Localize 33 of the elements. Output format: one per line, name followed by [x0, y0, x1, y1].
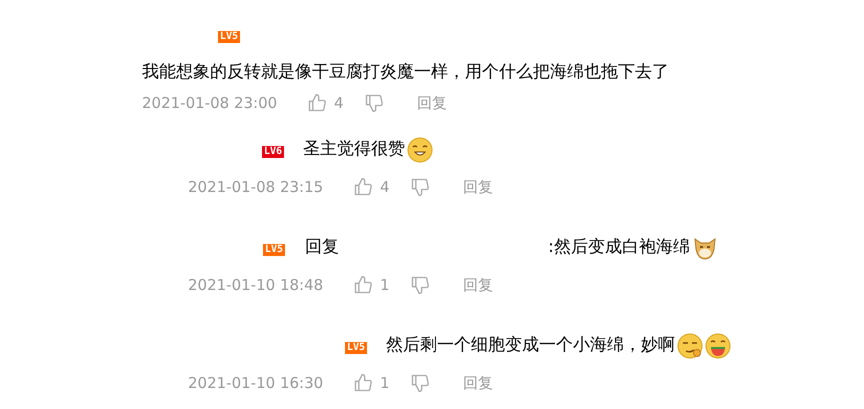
reply-link[interactable]: 回复 [463, 372, 493, 394]
reply-text: 圣主觉得很赞 [303, 138, 406, 162]
grin-emoji-icon [407, 137, 434, 163]
like-count: 1 [380, 372, 391, 394]
thumbs-down-icon[interactable] [364, 93, 384, 113]
timestamp: 2021-01-10 18:48 [188, 274, 324, 296]
like-count: 4 [334, 92, 345, 114]
timestamp: 2021-01-08 23:00 [142, 92, 278, 114]
reply-link[interactable]: 回复 [417, 92, 447, 114]
thumbs-up-icon[interactable] [307, 93, 327, 113]
thumbs-up-icon[interactable] [353, 275, 373, 295]
timestamp: 2021-01-08 23:15 [188, 176, 324, 198]
reply-text: 然后剩一个细胞变成一个小海绵，妙啊 [386, 334, 676, 358]
thumbs-up-icon[interactable] [353, 373, 373, 393]
smirk-emoji-icon [677, 333, 704, 359]
like-count: 4 [380, 176, 391, 198]
like-count: 1 [380, 274, 391, 296]
level-badge: LV5 [345, 342, 368, 354]
reply-link[interactable]: 回复 [463, 274, 493, 296]
thumbs-down-icon[interactable] [410, 275, 430, 295]
thumbs-down-icon[interactable] [410, 177, 430, 197]
level-badge: LV5 [218, 31, 240, 43]
reply-prefix: 回复 [305, 236, 340, 260]
reply-text: :然后变成白袍海绵 [548, 236, 690, 260]
thumbs-up-icon[interactable] [353, 177, 373, 197]
timestamp: 2021-01-10 16:30 [188, 372, 324, 394]
level-badge: LV5 [263, 244, 286, 256]
reply-link[interactable]: 回复 [463, 176, 493, 198]
eating-emoji-icon [705, 333, 732, 359]
comment-text: 我能想象的反转就是像干豆腐打炎魔一样，用个什么把海绵也拖下去了 [142, 61, 670, 84]
thumbs-down-icon[interactable] [410, 373, 430, 393]
dog-emoji-icon [692, 235, 718, 261]
level-badge: LV6 [262, 146, 284, 158]
